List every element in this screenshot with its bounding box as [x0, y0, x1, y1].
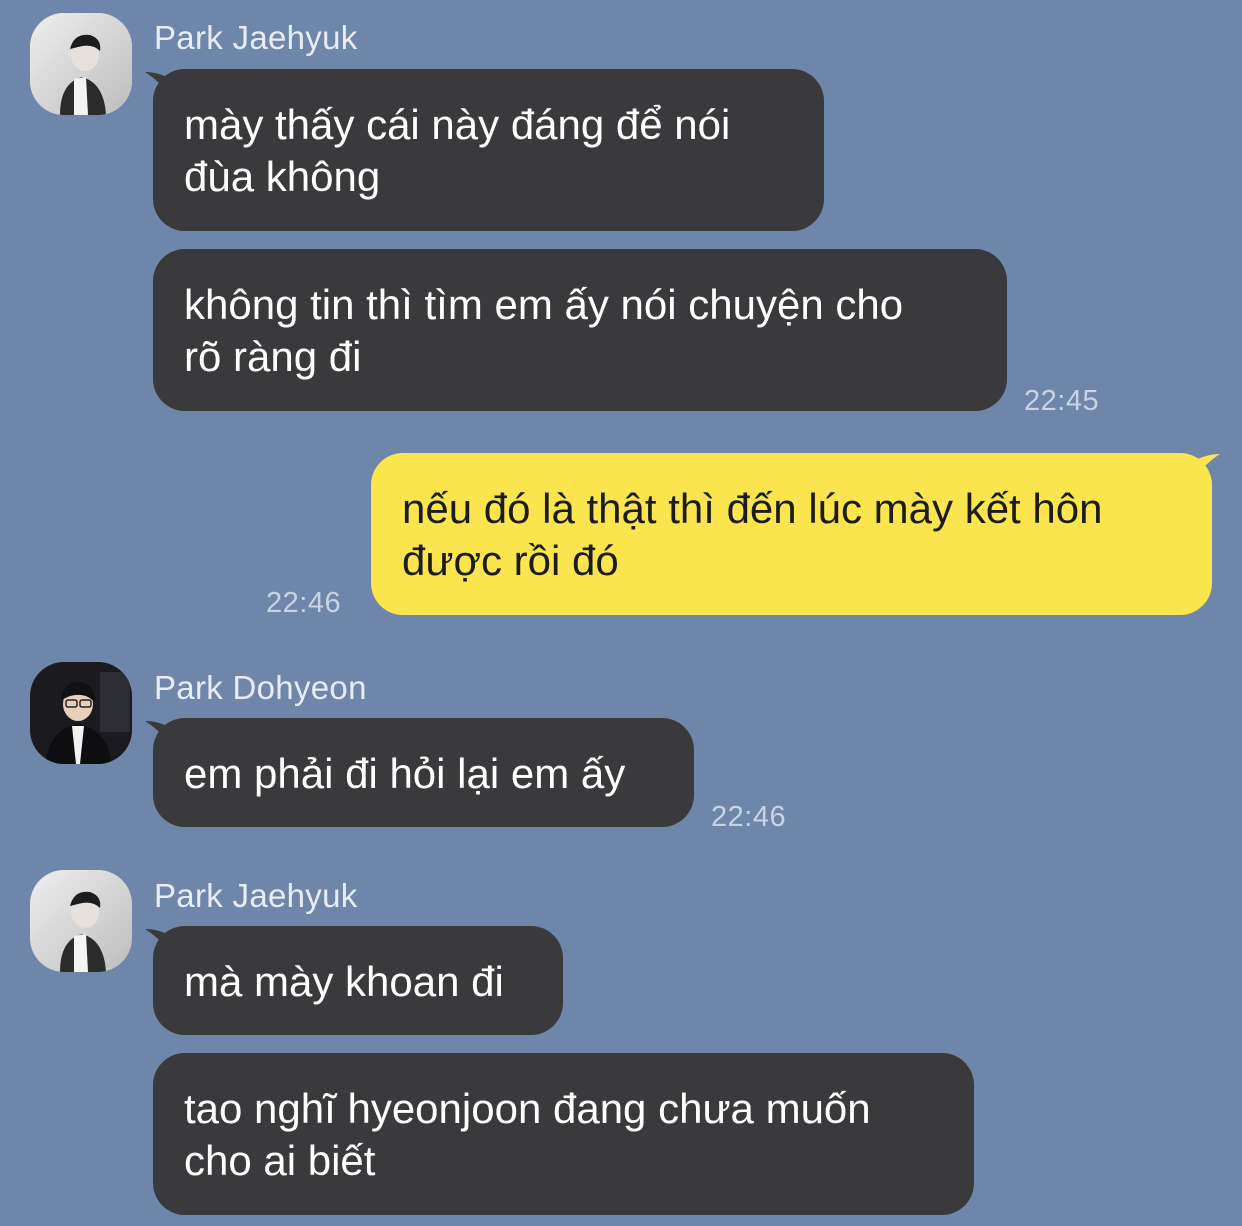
message-text: được rồi đó — [402, 537, 619, 584]
avatar-park-dohyeon[interactable] — [30, 662, 132, 764]
message-bubble-incoming[interactable]: không tin thì tìm em ấy nói chuyện cho r… — [153, 249, 1007, 411]
message-timestamp: 22:45 — [1024, 385, 1100, 417]
message-text: không tin thì tìm em ấy nói chuyện cho — [184, 281, 904, 328]
message-bubble-outgoing[interactable]: nếu đó là thật thì đến lúc mày kết hôn đ… — [371, 453, 1212, 615]
profile-photo-icon — [30, 870, 132, 972]
message-bubble-incoming[interactable]: mày thấy cái này đáng để nói đùa không — [153, 69, 824, 231]
message-timestamp: 22:46 — [711, 801, 787, 833]
message-timestamp: 22:46 — [266, 587, 342, 619]
message-text: tao nghĩ hyeonjoon đang chưa muốn — [184, 1085, 871, 1132]
profile-photo-icon — [30, 662, 132, 764]
message-bubble-incoming[interactable]: mà mày khoan đi — [153, 926, 563, 1035]
bubble-tail-outgoing — [1192, 454, 1220, 482]
message-text: rõ ràng đi — [184, 333, 362, 380]
message-bubble-incoming[interactable]: tao nghĩ hyeonjoon đang chưa muốn cho ai… — [153, 1053, 974, 1215]
avatar-park-jaehyuk[interactable] — [30, 13, 132, 115]
message-text: mà mày khoan đi — [184, 958, 504, 1005]
sender-name: Park Jaehyuk — [154, 19, 358, 56]
sender-name: Park Jaehyuk — [154, 877, 358, 914]
message-text: cho ai biết — [184, 1137, 376, 1184]
profile-photo-icon — [30, 13, 132, 115]
message-text: mày thấy cái này đáng để nói — [184, 101, 731, 148]
avatar-park-jaehyuk[interactable] — [30, 870, 132, 972]
sender-name: Park Dohyeon — [154, 669, 367, 706]
chat-thread: Park Jaehyuk mày thấy cái này đáng để nó… — [0, 0, 1242, 1226]
message-text: nếu đó là thật thì đến lúc mày kết hôn — [402, 485, 1103, 532]
message-text: đùa không — [184, 153, 381, 200]
message-text: em phải đi hỏi lại em ấy — [184, 750, 626, 797]
message-bubble-incoming[interactable]: em phải đi hỏi lại em ấy — [153, 718, 694, 827]
